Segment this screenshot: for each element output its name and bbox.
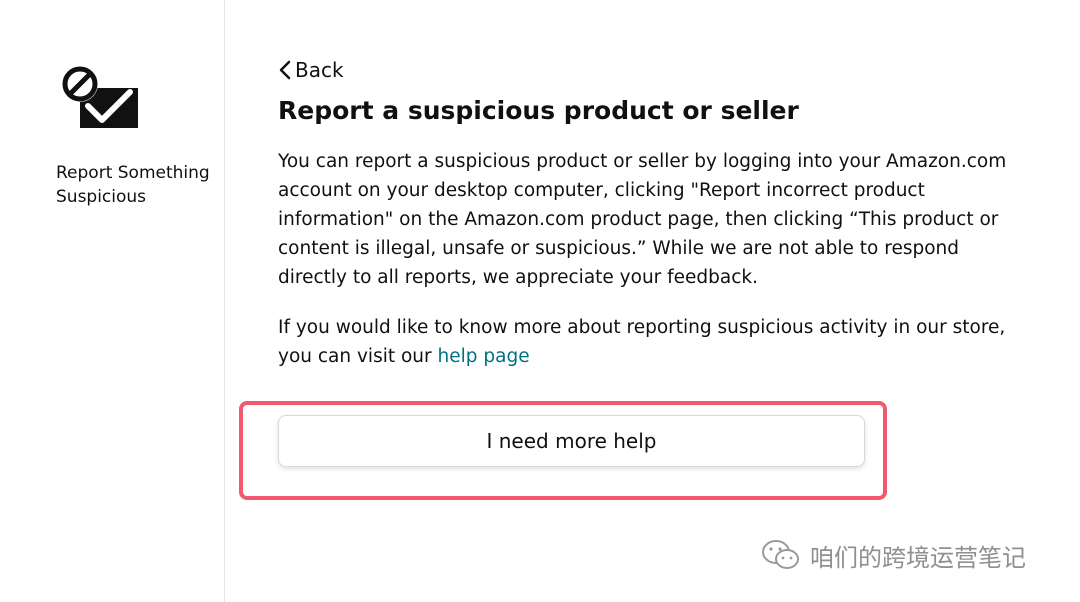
report-instructions-text: You can report a suspicious product or s… [278, 151, 1007, 288]
need-more-help-button[interactable]: I need more help [278, 415, 865, 467]
prohibited-envelope-icon [60, 62, 142, 134]
page-title: Report a suspicious product or seller [278, 96, 799, 125]
wechat-icon [762, 540, 799, 569]
back-link[interactable]: Back [278, 58, 344, 82]
watermark: 咱们的跨境运营笔记 [760, 536, 1026, 574]
help-page-link[interactable]: help page [438, 346, 530, 367]
watermark-text: 咱们的跨境运营笔记 [810, 543, 1026, 572]
sidebar: Report Something Suspicious [0, 0, 225, 602]
help-info-prefix: If you would like to know more about rep… [278, 317, 1006, 367]
help-info-text: If you would like to know more about rep… [278, 313, 1018, 371]
sidebar-label: Report Something Suspicious [56, 163, 210, 207]
chevron-left-icon [279, 60, 291, 80]
back-label: Back [295, 58, 344, 82]
